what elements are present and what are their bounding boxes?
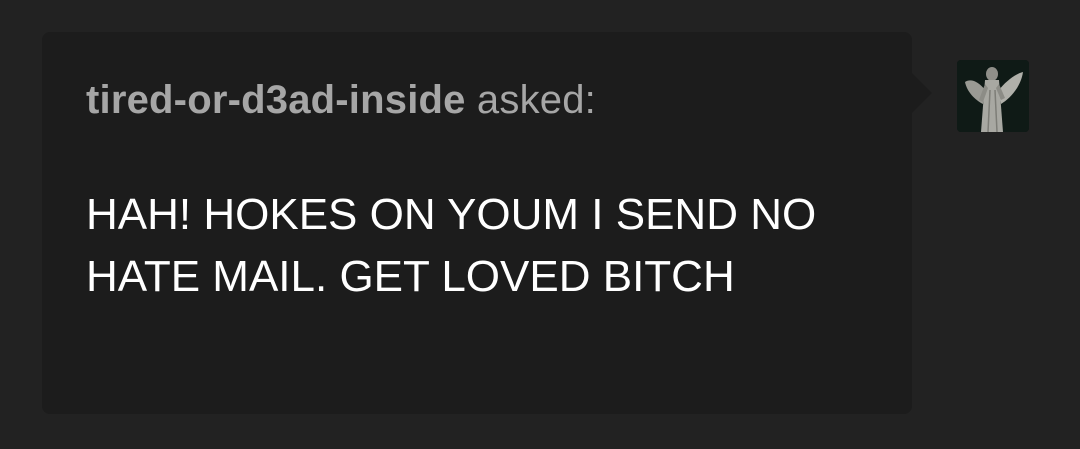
asker-line: tired-or-d3ad-inside asked: xyxy=(86,76,868,124)
asker-avatar[interactable] xyxy=(957,60,1029,132)
asked-label: asked: xyxy=(476,78,596,122)
question-text: HAH! HOKES ON YOUM I SEND NO HATE MAIL. … xyxy=(86,190,817,301)
bubble-pointer xyxy=(912,73,932,113)
angel-statue-avatar-icon xyxy=(957,60,1029,132)
asker-name-link[interactable]: tired-or-d3ad-inside xyxy=(86,78,466,122)
ask-post: tired-or-d3ad-inside asked: HAH! HOKES O… xyxy=(0,0,1080,449)
ask-bubble: tired-or-d3ad-inside asked: HAH! HOKES O… xyxy=(42,32,932,414)
